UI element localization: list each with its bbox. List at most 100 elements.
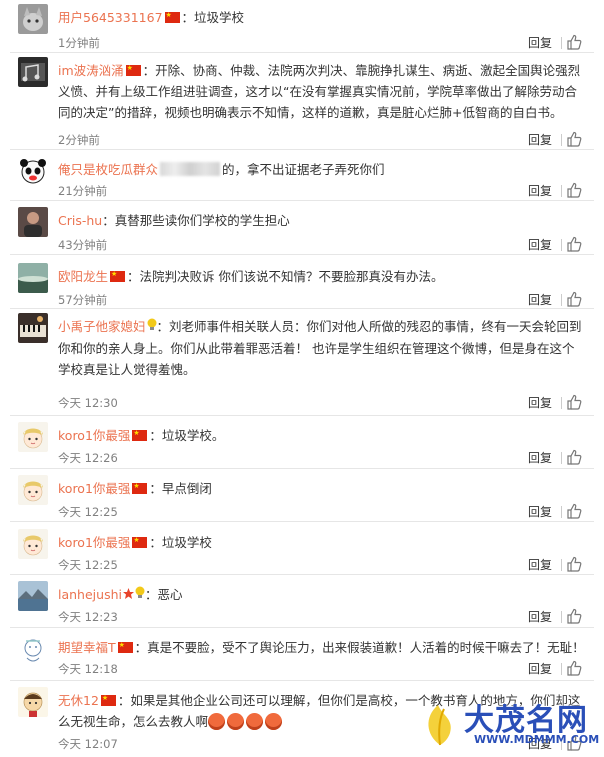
- comment-username[interactable]: 欧阳龙生: [58, 269, 108, 284]
- reply-button[interactable]: 回复: [528, 290, 552, 310]
- reply-button[interactable]: 回复: [528, 502, 552, 522]
- comment-username[interactable]: Cris-hu: [58, 213, 102, 228]
- avatar[interactable]: [18, 263, 48, 293]
- music-photo-avatar-icon: [18, 57, 48, 87]
- comment-meta: 57分钟前 回复: [58, 290, 586, 310]
- watermark: 大茂名网 WWW.MDMMM.COM: [418, 693, 602, 751]
- lightbulb-badge-icon: [135, 585, 145, 606]
- comment-time: 今天 12:18: [58, 662, 118, 676]
- china-flag-icon: [132, 536, 148, 548]
- china-flag-icon: [100, 694, 116, 706]
- thumbs-up-icon[interactable]: [566, 449, 582, 465]
- reply-button[interactable]: 回复: [528, 393, 552, 413]
- comment-text: ：恶心: [144, 587, 183, 602]
- comment-item: lanhejushi ：恶心 今天 12:23 回复: [10, 574, 594, 628]
- comment-item: 小禹子他家媳妇 ：刘老师事件相关联人员：你们对他人所做的残忍的事情，终有一天会轮回…: [10, 308, 594, 416]
- comment-item: koro1你最强 ：垃圾学校。今天 12:26 回复: [10, 415, 594, 469]
- comment-meta: 1分钟前 回复: [58, 33, 586, 53]
- action-divider: [561, 185, 562, 197]
- comment-body: 小禹子他家媳妇 ：刘老师事件相关联人员：你们对他人所做的残忍的事情，终有一天会轮回…: [58, 316, 586, 380]
- angry-face-emoji-icon: [246, 713, 264, 730]
- avatar[interactable]: [18, 634, 48, 664]
- thumbs-up-icon[interactable]: [566, 236, 582, 252]
- thumbs-up-icon[interactable]: [566, 556, 582, 572]
- thumbs-up-icon[interactable]: [566, 182, 582, 198]
- comment-time: 今天 12:26: [58, 451, 118, 465]
- thumbs-up-icon[interactable]: [566, 394, 582, 410]
- comment-username[interactable]: lanhejushi: [58, 587, 122, 602]
- comment-username[interactable]: 期望幸福T: [58, 640, 116, 655]
- action-divider: [561, 134, 562, 146]
- reply-button[interactable]: 回复: [528, 448, 552, 468]
- cartoon-man-avatar-icon: [18, 687, 48, 717]
- thumbs-up-icon[interactable]: [566, 131, 582, 147]
- comment-item: koro1你最强 ：垃圾学校今天 12:25 回复: [10, 521, 594, 575]
- reply-button[interactable]: 回复: [528, 130, 552, 150]
- avatar[interactable]: [18, 207, 48, 237]
- comment-item: 期望幸福T ：真是不要脸，受不了舆论压力，出来假装道歉！人活着的时候干嘛去了！无耻…: [10, 627, 594, 681]
- comment-meta: 21分钟前 回复: [58, 181, 586, 201]
- comment-text: ：真替那些读你们学校的学生担心: [102, 213, 290, 228]
- comment-meta: 今天 12:18 回复: [58, 659, 586, 679]
- avatar[interactable]: [18, 475, 48, 505]
- comment-username[interactable]: 无休12: [58, 693, 99, 708]
- comment-text: ：垃圾学校: [149, 535, 212, 550]
- star-badge-icon: [122, 585, 134, 606]
- comment-item: 欧阳龙生 ：法院判决败诉 你们该说不知情？不要脸那真没有办法。 57分钟前 回复: [10, 254, 594, 309]
- avatar[interactable]: [18, 57, 48, 87]
- thumbs-up-icon[interactable]: [566, 608, 582, 624]
- comment-username[interactable]: koro1你最强: [58, 535, 130, 550]
- comment-username[interactable]: 俺只是枚吃瓜群众: [58, 162, 158, 177]
- china-flag-icon: [164, 11, 180, 23]
- comment-time: 今天 12:07: [58, 737, 118, 751]
- thumbs-up-icon[interactable]: [566, 503, 582, 519]
- panda-avatar-icon: [18, 156, 48, 186]
- comment-body: 期望幸福T ：真是不要脸，受不了舆论压力，出来假装道歉！人活着的时候干嘛去了！无耻…: [58, 637, 586, 658]
- reply-button[interactable]: 回复: [528, 659, 552, 679]
- comment-item: im波涛汹涌：开除、协商、仲裁、法院两次判决、靠腕挣扎谋生、病逝、激起全国舆论强…: [10, 52, 594, 150]
- thumbs-up-icon[interactable]: [566, 291, 582, 307]
- comment-time: 1分钟前: [58, 36, 100, 50]
- comment-item: 用户5645331167 ：垃圾学校 1分钟前 回复: [10, 0, 594, 53]
- comment-meta: 43分钟前 回复: [58, 235, 586, 255]
- comment-time: 21分钟前: [58, 184, 108, 198]
- reply-button[interactable]: 回复: [528, 33, 552, 53]
- angry-face-emoji-icon: [208, 713, 226, 730]
- thumbs-up-icon[interactable]: [566, 660, 582, 676]
- action-divider: [561, 611, 562, 623]
- comment-body: 用户5645331167 ：垃圾学校: [58, 7, 586, 28]
- avatar[interactable]: [18, 313, 48, 343]
- comment-body: 俺只是枚吃瓜群众 的，拿不出证据老子弄死你们: [58, 159, 586, 180]
- lake-photo-avatar-icon: [18, 581, 48, 611]
- avatar[interactable]: [18, 529, 48, 559]
- avatar[interactable]: [18, 4, 48, 34]
- comment-text: ：真是不要脸，受不了舆论压力，出来假装道歉！人活着的时候干嘛去了！无耻！: [134, 640, 585, 655]
- comment-text: ：垃圾学校。: [149, 428, 225, 443]
- avatar[interactable]: [18, 422, 48, 452]
- comment-meta: 今天 12:26 回复: [58, 448, 586, 468]
- action-divider: [561, 559, 562, 571]
- comment-username[interactable]: im波涛汹涌: [58, 63, 124, 78]
- reply-button[interactable]: 回复: [528, 555, 552, 575]
- leaf-logo-icon: [428, 705, 451, 746]
- comment-body: 欧阳龙生 ：法院判决败诉 你们该说不知情？不要脸那真没有办法。: [58, 266, 586, 287]
- watermark-url: WWW.MDMMM.COM: [474, 733, 600, 746]
- reply-button[interactable]: 回复: [528, 181, 552, 201]
- person-photo-avatar-icon: [18, 207, 48, 237]
- comment-username[interactable]: koro1你最强: [58, 428, 130, 443]
- reply-button[interactable]: 回复: [528, 607, 552, 627]
- sketch-avatar-icon: [18, 634, 48, 664]
- comment-username[interactable]: 用户5645331167: [58, 10, 163, 25]
- avatar[interactable]: [18, 687, 48, 717]
- avatar[interactable]: [18, 156, 48, 186]
- comment-username[interactable]: 小禹子他家媳妇: [58, 319, 146, 334]
- comment-time: 43分钟前: [58, 238, 108, 252]
- thumbs-up-icon[interactable]: [566, 34, 582, 50]
- china-flag-icon: [125, 64, 141, 76]
- reply-button[interactable]: 回复: [528, 235, 552, 255]
- angry-face-emoji-icon: [227, 713, 245, 730]
- comment-username[interactable]: koro1你最强: [58, 481, 130, 496]
- comment-meta: 今天 12:25 回复: [58, 502, 586, 522]
- comment-time: 今天 12:30: [58, 396, 118, 410]
- avatar[interactable]: [18, 581, 48, 611]
